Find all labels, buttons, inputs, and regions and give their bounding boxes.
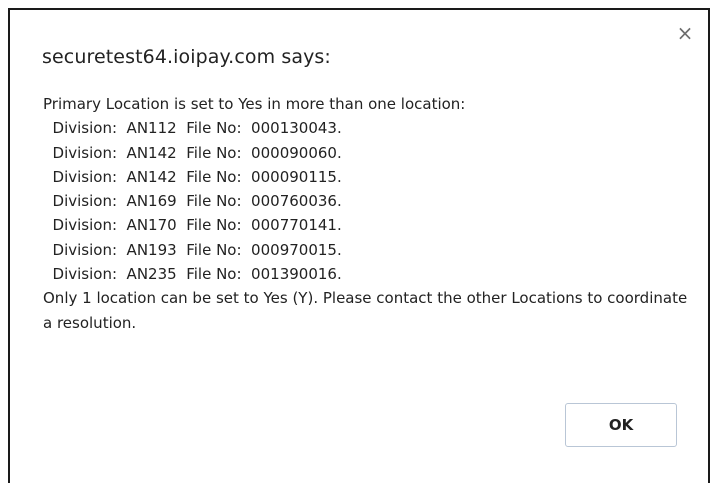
location-entry: Division: AN170 File No: 000770141. [43, 216, 342, 235]
message-footer: Only 1 location can be set to Yes (Y). P… [43, 289, 688, 332]
dialog-title: securetest64.ioipay.com says: [42, 46, 331, 68]
message-intro: Primary Location is set to Yes in more t… [43, 95, 466, 113]
location-entry: Division: AN142 File No: 000090115. [43, 167, 342, 186]
alert-dialog: × securetest64.ioipay.com says: Primary … [8, 8, 710, 483]
location-entry: Division: AN169 File No: 000760036. [43, 192, 342, 211]
location-entry: Division: AN235 File No: 001390016. [43, 265, 342, 284]
dialog-message: Primary Location is set to Yes in more t… [43, 92, 693, 335]
location-entry: Division: AN142 File No: 000090060. [43, 143, 342, 162]
location-entry: Division: AN112 File No: 000130043. [43, 119, 342, 138]
close-icon[interactable]: × [676, 23, 694, 43]
ok-button[interactable]: OK [565, 403, 677, 447]
location-entry: Division: AN193 File No: 000970015. [43, 240, 342, 259]
page-background [0, 0, 6, 483]
